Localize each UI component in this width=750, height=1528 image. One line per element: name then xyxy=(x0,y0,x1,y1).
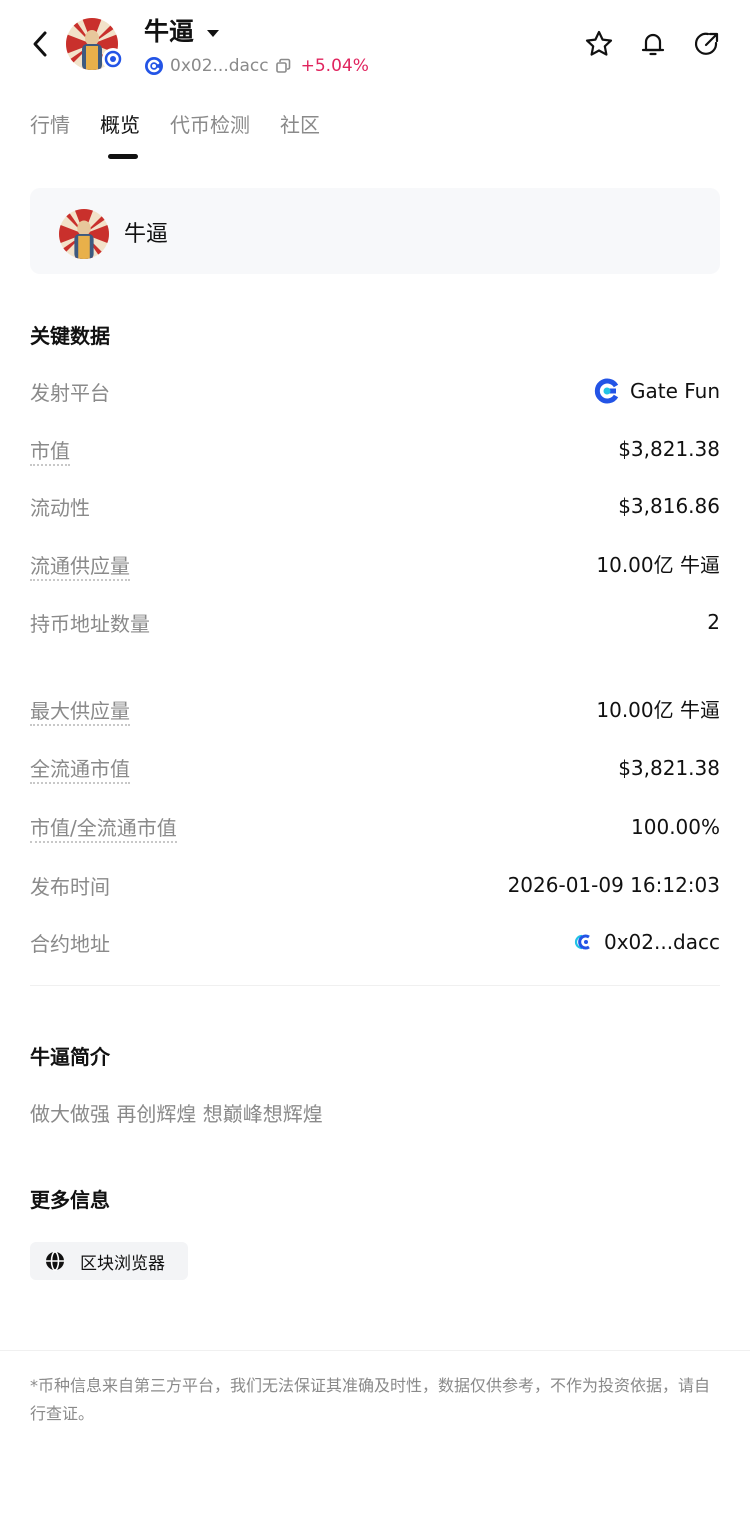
back-button[interactable] xyxy=(22,24,58,64)
chain-icon xyxy=(574,934,590,950)
alert-button[interactable] xyxy=(637,28,669,60)
tab-token-check[interactable]: 代币检测 xyxy=(170,108,250,142)
contract-address-label: 合约地址 xyxy=(30,932,110,956)
favorite-button[interactable] xyxy=(583,28,615,60)
holders-count-label: 持币地址数量 xyxy=(30,612,150,636)
key-data-title: 关键数据 xyxy=(30,324,110,348)
caret-down-icon xyxy=(207,30,219,37)
max-supply-value: 10.00亿 牛逼 xyxy=(596,698,720,722)
launch-time-label: 发布时间 xyxy=(30,875,110,899)
token-switch-button[interactable] xyxy=(205,25,221,39)
copy-icon xyxy=(275,58,290,73)
token-name[interactable]: 牛逼 xyxy=(144,15,194,49)
more-info-title: 更多信息 xyxy=(30,1188,110,1212)
liquidity-label: 流动性 xyxy=(30,496,90,520)
chain-icon xyxy=(104,50,122,68)
tab-community[interactable]: 社区 xyxy=(280,108,320,142)
launch-platform-value[interactable]: Gate Fun xyxy=(594,376,720,406)
tab-overview[interactable]: 概览 xyxy=(100,108,140,142)
gate-fun-logo-icon xyxy=(594,378,619,404)
block-explorer-button[interactable]: 区块浏览器 xyxy=(30,1242,188,1280)
chain-badge xyxy=(102,48,124,70)
disclaimer-text: *币种信息来自第三方平台，我们无法保证其准确及时性，数据仅供参考，不作为投资依据… xyxy=(30,1376,711,1423)
section-divider xyxy=(30,985,720,986)
star-icon xyxy=(585,30,613,56)
launch-platform-label: 发射平台 xyxy=(30,381,110,405)
circulating-supply-label[interactable]: 流通供应量 xyxy=(30,553,130,581)
tab-bar: 行情 概览 代币检测 社区 xyxy=(30,108,350,142)
intro-title: 牛逼简介 xyxy=(30,1045,110,1069)
mcap-fdv-ratio-value: 100.00% xyxy=(631,815,720,839)
share-icon xyxy=(694,32,719,55)
token-card-name: 牛逼 xyxy=(124,222,169,247)
address-row: 0x02...dacc +5.04% xyxy=(144,54,369,78)
active-tab-indicator xyxy=(108,154,138,159)
fdv-value: $3,821.38 xyxy=(618,756,720,780)
block-explorer-label: 区块浏览器 xyxy=(80,1253,165,1274)
contract-address-text: 0x02...dacc xyxy=(603,930,720,954)
globe-icon xyxy=(46,1251,64,1271)
max-supply-label[interactable]: 最大供应量 xyxy=(30,698,130,726)
intro-text: 做大做强 再创辉煌 想巅峰想辉煌 xyxy=(30,1102,323,1126)
chain-icon xyxy=(145,57,163,75)
share-button[interactable] xyxy=(691,28,723,60)
launch-time-value: 2026-01-09 16:12:03 xyxy=(507,873,720,897)
contract-address: 0x02...dacc xyxy=(170,56,269,76)
fdv-label[interactable]: 全流通市值 xyxy=(30,756,130,784)
market-cap-value: $3,821.38 xyxy=(618,437,720,461)
footer-divider xyxy=(0,1350,750,1351)
token-card-avatar xyxy=(59,209,109,259)
back-icon xyxy=(33,31,47,57)
market-cap-label[interactable]: 市值 xyxy=(30,438,70,466)
contract-address-value[interactable]: 0x02...dacc xyxy=(572,927,720,957)
mcap-fdv-ratio-label[interactable]: 市值/全流通市值 xyxy=(30,815,177,843)
circulating-supply-value: 10.00亿 牛逼 xyxy=(596,553,720,577)
price-change: +5.04% xyxy=(300,56,369,76)
bell-icon xyxy=(641,33,665,56)
holders-count-value: 2 xyxy=(707,610,720,634)
liquidity-value: $3,816.86 xyxy=(618,494,720,518)
token-avatar xyxy=(66,18,124,70)
tab-market[interactable]: 行情 xyxy=(30,108,70,142)
copy-button[interactable] xyxy=(275,58,291,74)
launch-platform-name: Gate Fun xyxy=(629,379,720,403)
